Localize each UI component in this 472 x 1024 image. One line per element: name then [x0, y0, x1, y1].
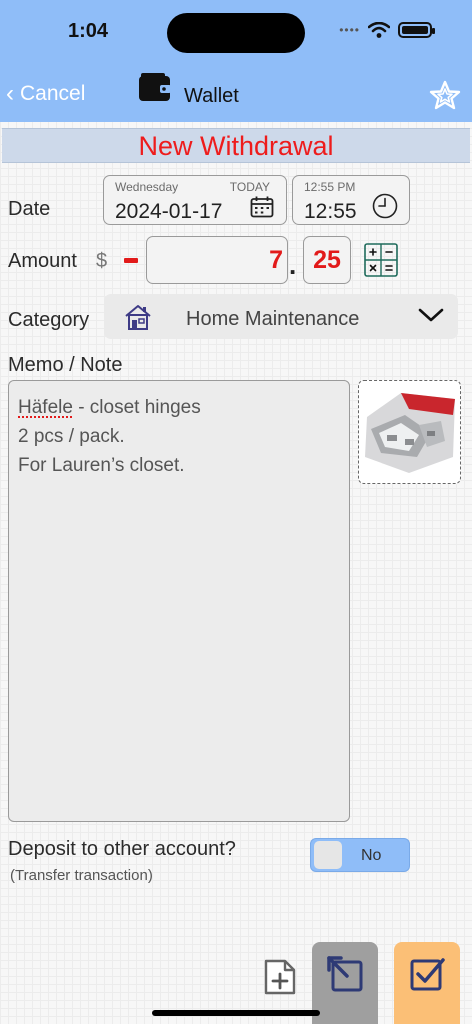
battery-icon [398, 22, 435, 38]
header-bar: 1:04 •••• ‹ Cancel Wallet [0, 0, 472, 122]
category-label: Category [8, 309, 90, 331]
dynamic-island [167, 13, 305, 53]
weekday-text: Wednesday [115, 180, 179, 194]
category-value: Home Maintenance [186, 308, 360, 330]
status-icons: •••• [339, 22, 435, 38]
memo-label: Memo / Note [8, 354, 123, 376]
cancel-button[interactable]: ‹ Cancel [6, 80, 85, 108]
undo-button[interactable] [312, 942, 378, 1024]
minus-sign-icon [124, 258, 138, 263]
date-value: 2024-01-17 [115, 200, 223, 223]
deposit-subtext: (Transfer transaction) [10, 867, 153, 884]
wallet-icon [139, 73, 171, 101]
deposit-question: Deposit to other account? [8, 838, 236, 860]
amount-dollars-input[interactable]: 7 [146, 236, 288, 284]
category-dropdown[interactable]: Home Maintenance [104, 294, 458, 339]
home-indicator [152, 1010, 320, 1016]
house-icon [125, 305, 151, 330]
time-picker[interactable]: 12:55 PM 12:55 [292, 175, 410, 225]
date-picker[interactable]: Wednesday TODAY 2024-01-17 [103, 175, 287, 225]
product-photo-image [365, 393, 455, 473]
transaction-type-heading: New Withdrawal [2, 128, 470, 163]
star-icon[interactable] [428, 80, 462, 110]
undo-icon [327, 956, 363, 992]
new-document-icon[interactable] [263, 958, 297, 996]
today-tag: TODAY [229, 180, 270, 194]
toggle-label: No [361, 847, 382, 864]
misspelled-word: Häfele [18, 397, 73, 418]
memo-textarea[interactable]: Häfele - closet hinges 2 pcs / pack. For… [8, 380, 350, 822]
date-label: Date [8, 198, 51, 220]
time-hint: 12:55 PM [304, 180, 356, 194]
calendar-icon [250, 196, 274, 218]
save-button[interactable] [394, 942, 460, 1024]
wifi-icon [368, 22, 390, 38]
amount-label: Amount [8, 250, 77, 272]
amount-cents-input[interactable]: 25 [303, 236, 351, 284]
toggle-knob [314, 841, 342, 869]
transfer-toggle[interactable]: No [310, 838, 410, 872]
clock-icon [372, 193, 398, 219]
currency-symbol: $ [96, 250, 108, 272]
cancel-label: Cancel [20, 82, 86, 105]
status-time: 1:04 [68, 20, 109, 42]
calculator-icon[interactable] [364, 243, 398, 277]
attached-photo[interactable] [358, 380, 461, 484]
chevron-left-icon: ‹ [6, 80, 14, 107]
time-value: 12:55 [304, 200, 357, 223]
signal-icon: •••• [339, 23, 360, 37]
checkbox-check-icon [410, 958, 445, 991]
decimal-separator: . [289, 250, 297, 280]
page-title: Wallet [184, 85, 239, 107]
chevron-down-icon [418, 308, 444, 322]
